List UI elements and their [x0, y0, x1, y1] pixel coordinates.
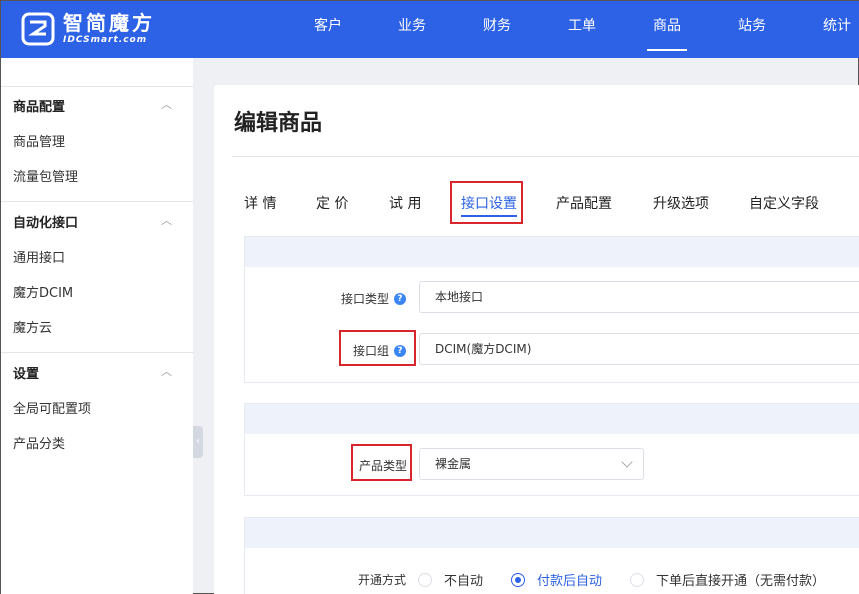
sidebar-item-global-options[interactable]: 全局可配置项: [13, 398, 91, 417]
provision-method-group: 开通方式 不自动 付款后自动 下单后直接开通（无需付款）: [358, 570, 853, 589]
radio-auto-after-payment-label: 付款后自动: [537, 574, 603, 589]
chevron-up-icon[interactable]: ︿: [161, 96, 172, 112]
radio-auto-after-payment[interactable]: 付款后自动: [511, 570, 602, 589]
interface-group-label-text: 接口组: [353, 344, 390, 358]
title-divider: [232, 156, 859, 157]
sidebar-divider: [1, 86, 193, 87]
section-header: [245, 237, 859, 267]
section-header: [245, 404, 859, 434]
sidebar-item-dcim[interactable]: 魔方DCIM: [13, 282, 73, 301]
nav-customers[interactable]: 客户: [314, 1, 342, 53]
nav-site[interactable]: 站务: [738, 1, 766, 53]
chevron-up-icon[interactable]: ︿: [161, 212, 172, 228]
tab-custom-fields[interactable]: 自定义字段: [749, 193, 819, 213]
tab-upgrade-options[interactable]: 升级选项: [653, 193, 709, 213]
radio-circle[interactable]: [630, 572, 645, 587]
page-title: 编辑商品: [234, 111, 323, 136]
sidebar-divider: [1, 201, 193, 202]
interface-group-label: 接口组 ?: [353, 342, 407, 359]
brand-logo[interactable]: 智简魔方 IDCSmart.com: [21, 9, 155, 49]
interface-type-field[interactable]: 本地接口: [419, 281, 859, 313]
sidebar-item-product-management[interactable]: 商品管理: [13, 131, 65, 150]
radio-circle[interactable]: [418, 572, 433, 587]
nav-finance[interactable]: 财务: [483, 1, 511, 53]
sidebar-item-product-category[interactable]: 产品分类: [13, 433, 65, 452]
interface-section: 接口类型 ? 本地接口 接口组 ? DCIM(魔方DCIM): [244, 236, 859, 383]
sidebar: 商品配置 ︿ 商品管理 流量包管理 自动化接口 ︿ 通用接口 魔方DCIM 魔方…: [1, 58, 193, 594]
tab-interface-settings[interactable]: 接口设置: [461, 193, 517, 217]
radio-circle-checked[interactable]: [511, 572, 526, 587]
section-header: [245, 518, 859, 548]
sidebar-item-cloud[interactable]: 魔方云: [13, 317, 52, 336]
sidebar-group-settings[interactable]: 设置: [13, 363, 39, 382]
product-type-value: 裸金属: [435, 457, 472, 471]
brand-name-en: IDCSmart.com: [63, 35, 148, 45]
top-navbar: 智简魔方 IDCSmart.com 客户 业务 财务 工单 商品 站务 统计: [1, 1, 859, 58]
tab-pricing[interactable]: 定 价: [316, 193, 348, 213]
sidebar-group-product-config[interactable]: 商品配置: [13, 96, 65, 115]
tab-details[interactable]: 详 情: [244, 193, 276, 213]
radio-open-on-order[interactable]: 下单后直接开通（无需付款）: [630, 570, 825, 589]
logo-icon: [21, 12, 55, 46]
nav-products[interactable]: 商品: [647, 1, 687, 53]
sidebar-group-automation[interactable]: 自动化接口: [13, 212, 78, 231]
sidebar-divider: [1, 352, 193, 353]
product-type-section: 产品类型 裸金属: [244, 403, 859, 496]
radio-no-auto[interactable]: 不自动: [418, 570, 483, 589]
product-type-select[interactable]: 裸金属: [419, 448, 644, 480]
chevron-down-icon: [621, 456, 633, 468]
edit-product-card: 编辑商品 详 情 定 价 试 用 接口设置 产品配置 升级选项 自定义字段 接口…: [214, 85, 859, 594]
nav-tickets[interactable]: 工单: [568, 1, 596, 53]
product-type-label: 产品类型: [359, 459, 408, 473]
nav-stats[interactable]: 统计: [823, 1, 851, 53]
help-icon[interactable]: ?: [394, 292, 407, 305]
interface-type-label: 接口类型 ?: [341, 290, 407, 307]
nav-business[interactable]: 业务: [398, 1, 426, 53]
provision-method-label: 开通方式: [358, 573, 407, 587]
interface-type-label-text: 接口类型: [341, 292, 390, 306]
help-icon[interactable]: ?: [394, 344, 407, 357]
interface-group-field[interactable]: DCIM(魔方DCIM): [419, 333, 859, 365]
chevron-up-icon[interactable]: ︿: [161, 363, 172, 379]
sidebar-item-generic-interface[interactable]: 通用接口: [13, 247, 65, 266]
sidebar-item-traffic-package[interactable]: 流量包管理: [13, 166, 78, 185]
radio-open-on-order-label: 下单后直接开通（无需付款）: [656, 574, 826, 589]
provision-section: 开通方式 不自动 付款后自动 下单后直接开通（无需付款）: [244, 517, 859, 594]
tab-product-config[interactable]: 产品配置: [556, 193, 612, 213]
brand-name-cn: 智简魔方: [63, 11, 155, 35]
sidebar-collapse-handle[interactable]: ‹: [193, 426, 203, 458]
tab-trial[interactable]: 试 用: [389, 193, 421, 213]
radio-no-auto-label: 不自动: [444, 574, 484, 589]
